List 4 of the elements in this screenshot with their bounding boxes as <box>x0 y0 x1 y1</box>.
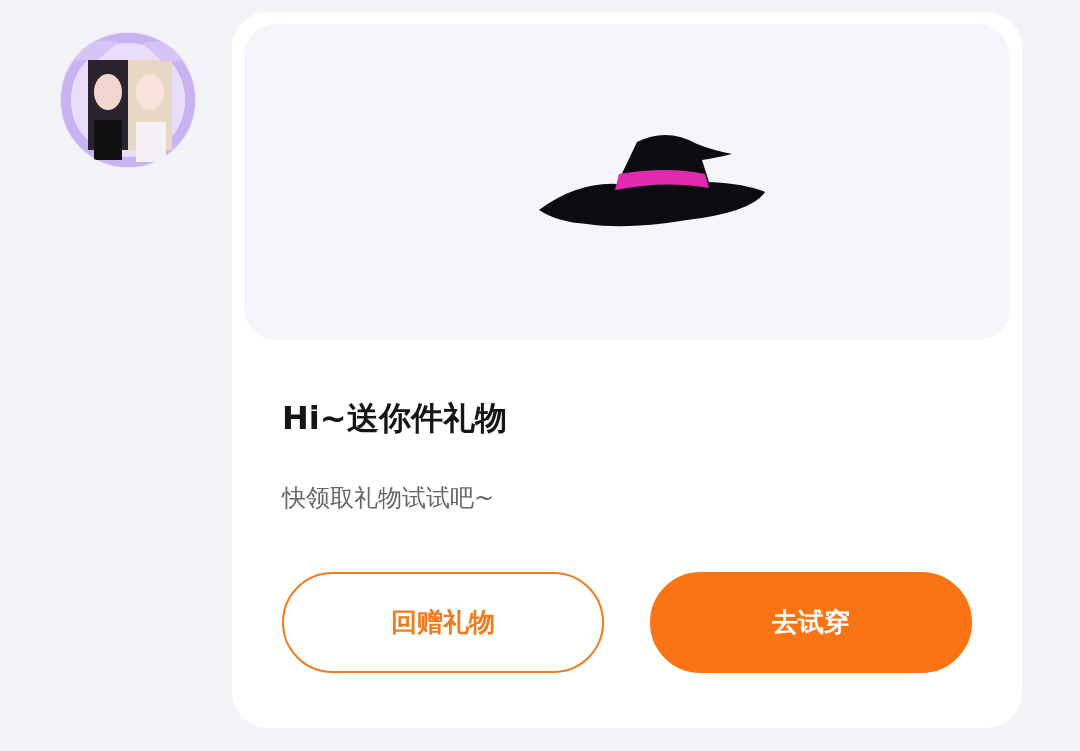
gift-title: Hi~送你件礼物 <box>282 398 508 439</box>
return-gift-button[interactable]: 回赠礼物 <box>282 572 604 673</box>
try-on-button[interactable]: 去试穿 <box>650 572 972 673</box>
gift-subtitle: 快领取礼物试试吧~ <box>282 483 496 514</box>
